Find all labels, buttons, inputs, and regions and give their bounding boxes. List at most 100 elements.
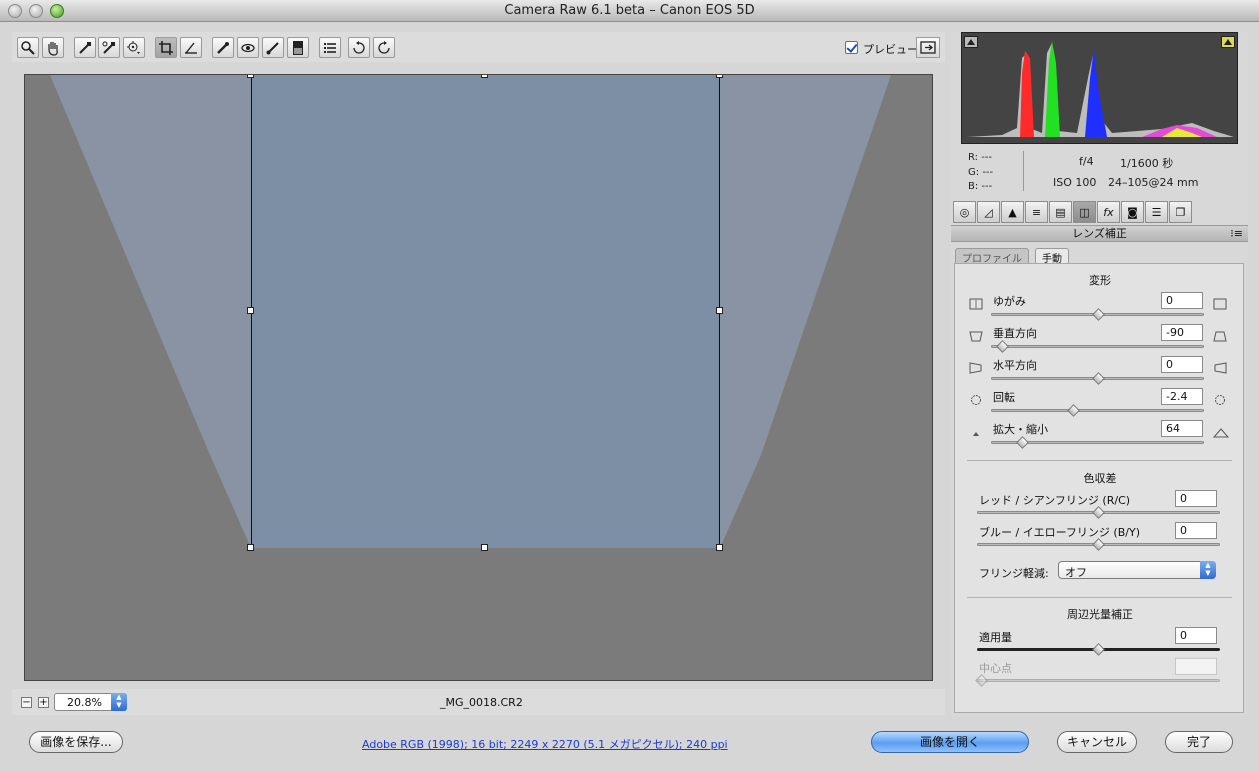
- zoom-level-value: 20.8%: [67, 696, 102, 709]
- defringe-selected-value: オフ: [1065, 566, 1087, 579]
- crop-handle-top-right[interactable]: [716, 75, 723, 78]
- crop-handle-left[interactable]: [247, 307, 254, 314]
- preferences-icon[interactable]: [319, 37, 341, 58]
- by-fringe-label: ブルー / イエローフリンジ (B/Y): [979, 526, 1140, 539]
- rc-fringe-slider-thumb[interactable]: [1092, 506, 1105, 519]
- workflow-options-link[interactable]: Adobe RGB (1998); 16 bit; 2249 x 2270 (5…: [362, 736, 728, 752]
- horizontal-slider-thumb[interactable]: [1092, 372, 1105, 385]
- zoom-icon[interactable]: [17, 37, 39, 58]
- crop-handle-bottom-left[interactable]: [247, 544, 254, 551]
- horizontal-input[interactable]: 0: [1161, 356, 1203, 373]
- rgb-readout-b: B: ---: [968, 181, 993, 192]
- crop-handle-bottom[interactable]: [481, 544, 488, 551]
- distortion-pincushion-icon: [969, 298, 983, 310]
- readout-divider: [1023, 151, 1024, 191]
- subtab-profile[interactable]: プロファイル: [955, 248, 1029, 265]
- preview-checkbox[interactable]: [845, 41, 858, 54]
- rotate-left-icon: [969, 394, 983, 406]
- rotate-input[interactable]: -2.4: [1161, 388, 1203, 405]
- rotate-slider-thumb[interactable]: [1067, 404, 1080, 417]
- crop-handle-right[interactable]: [716, 307, 723, 314]
- panel-tabs: ◎ ◿ ▲ ≡ ▤ ◫ fx ◙ ☰ ❐: [951, 201, 1248, 223]
- tool-bar: プレビュー: [12, 32, 945, 62]
- tab-camera-calibration-icon[interactable]: ◙: [1121, 201, 1144, 223]
- crop-handle-bottom-right[interactable]: [716, 544, 723, 551]
- section-header: レンズ補正 ⁝≡: [951, 225, 1248, 242]
- photo-image-placeholder: [251, 75, 720, 548]
- scale-small-icon: [969, 426, 983, 438]
- rgb-readout-r: R: ---: [968, 152, 993, 163]
- vertical-track[interactable]: [991, 345, 1204, 348]
- tab-hsl-icon[interactable]: ≡: [1025, 201, 1048, 223]
- straighten-icon[interactable]: [180, 37, 202, 58]
- shadow-clipping-warning-icon[interactable]: [964, 36, 978, 48]
- iso-value: ISO 100: [1053, 176, 1097, 189]
- tab-detail-icon[interactable]: ▲: [1001, 201, 1024, 223]
- color-sampler-icon[interactable]: [98, 37, 120, 58]
- cancel-button[interactable]: キャンセル: [1057, 731, 1137, 753]
- panel-menu-icon[interactable]: ⁝≡: [1230, 226, 1243, 241]
- vertical-slider-thumb[interactable]: [996, 340, 1009, 353]
- zoom-in-button[interactable]: +: [38, 697, 49, 708]
- close-window-button[interactable]: [8, 4, 22, 18]
- crop-handle-top[interactable]: [481, 75, 488, 78]
- by-fringe-slider-thumb[interactable]: [1092, 538, 1105, 551]
- distortion-input[interactable]: 0: [1161, 292, 1203, 309]
- group-divider: [967, 460, 1232, 461]
- rotate-ccw-icon[interactable]: [348, 37, 370, 58]
- zoom-out-button[interactable]: −: [21, 697, 32, 708]
- tab-tone-curve-icon[interactable]: ◿: [977, 201, 1000, 223]
- rotate-track[interactable]: [991, 409, 1204, 412]
- vertical-input[interactable]: -90: [1161, 324, 1203, 341]
- distortion-barrel-icon: [1213, 298, 1227, 310]
- transform-group-title: 変形: [1089, 274, 1111, 287]
- rotate-cw-icon[interactable]: [373, 37, 395, 58]
- vertical-perspective-end-icon: [1213, 330, 1227, 342]
- horizontal-perspective-end-icon: [1213, 362, 1227, 374]
- target-adjust-icon[interactable]: [123, 37, 145, 58]
- zoom-window-button[interactable]: [50, 4, 64, 18]
- tab-effects-icon[interactable]: fx: [1097, 201, 1120, 223]
- vignette-amount-label: 適用量: [979, 631, 1012, 644]
- vignette-amount-input[interactable]: 0: [1175, 627, 1217, 644]
- minimize-window-button[interactable]: [29, 4, 43, 18]
- tab-split-toning-icon[interactable]: ▤: [1049, 201, 1072, 223]
- by-fringe-input[interactable]: 0: [1175, 522, 1217, 539]
- rotate-label: 回転: [993, 391, 1015, 404]
- scale-slider-thumb[interactable]: [1016, 436, 1029, 449]
- graduated-filter-icon[interactable]: [287, 37, 309, 58]
- spot-removal-icon[interactable]: [212, 37, 234, 58]
- distortion-slider-thumb[interactable]: [1092, 308, 1105, 321]
- image-canvas[interactable]: [24, 74, 933, 681]
- adjustment-brush-icon[interactable]: [262, 37, 284, 58]
- white-balance-icon[interactable]: [74, 37, 96, 58]
- title-bar: Camera Raw 6.1 beta – Canon EOS 5D: [0, 0, 1259, 22]
- crop-icon[interactable]: [155, 37, 177, 58]
- adjustment-panel: R: --- G: --- B: --- f/4 1/1600 秒 ISO 10…: [951, 32, 1248, 715]
- tab-presets-icon[interactable]: ☰: [1145, 201, 1168, 223]
- bottom-bar: 画像を保存... Adobe RGB (1998); 16 bit; 2249 …: [0, 722, 1259, 772]
- open-image-button[interactable]: 画像を開く: [871, 731, 1029, 753]
- vignette-amount-slider-thumb[interactable]: [1092, 643, 1105, 656]
- scale-input[interactable]: 64: [1161, 420, 1203, 437]
- shutter-value: 1/1600 秒: [1120, 157, 1174, 170]
- zoom-level-select[interactable]: 20.8% ▲ ▼: [54, 693, 127, 711]
- tab-basic-icon[interactable]: ◎: [953, 201, 976, 223]
- defringe-label: フリンジ軽減:: [979, 567, 1049, 580]
- rc-fringe-input[interactable]: 0: [1175, 490, 1217, 507]
- red-eye-icon[interactable]: [237, 37, 259, 58]
- highlight-clipping-warning-icon[interactable]: [1221, 36, 1235, 48]
- histogram: [961, 32, 1238, 144]
- defringe-select[interactable]: オフ ▲ ▼: [1058, 561, 1216, 579]
- tab-lens-corrections-icon[interactable]: ◫: [1073, 201, 1096, 223]
- vignette-midpoint-input: [1175, 658, 1217, 675]
- hand-icon[interactable]: [42, 37, 64, 58]
- fullscreen-toggle-button[interactable]: [916, 37, 940, 58]
- done-button[interactable]: 完了: [1165, 731, 1233, 753]
- tab-snapshots-icon[interactable]: ❐: [1169, 201, 1192, 223]
- save-image-button[interactable]: 画像を保存...: [29, 731, 123, 753]
- crop-handle-top-left[interactable]: [247, 75, 254, 78]
- rc-fringe-label: レッド / シアンフリンジ (R/C): [979, 494, 1131, 507]
- manual-lens-correction-panel: 変形 ゆがみ 0 垂直方向 -90 水平方向 0 回転 -2.4 拡大・縮小 6…: [954, 263, 1244, 713]
- subtab-manual[interactable]: 手動: [1035, 248, 1069, 265]
